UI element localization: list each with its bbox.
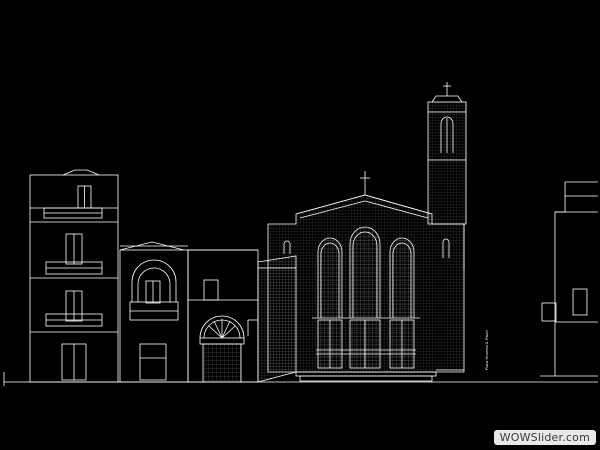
middle-house (119, 241, 189, 383)
vertical-annotation: Piana Vincenzo A. Pacini (485, 330, 489, 370)
church-doors (316, 319, 416, 369)
left-tall-house (29, 169, 119, 383)
elevation-drawing: Piana Vincenzo A. Pacini (3, 82, 598, 386)
church-window-right (389, 237, 415, 318)
fanlight-house (187, 249, 259, 383)
right-edge-building (541, 181, 598, 376)
watermark-badge[interactable]: WOWSlider.com (493, 430, 596, 445)
church-window-left (317, 237, 343, 318)
church-window-center (349, 226, 381, 318)
watermark-text: WOWSlider.com (499, 431, 590, 444)
